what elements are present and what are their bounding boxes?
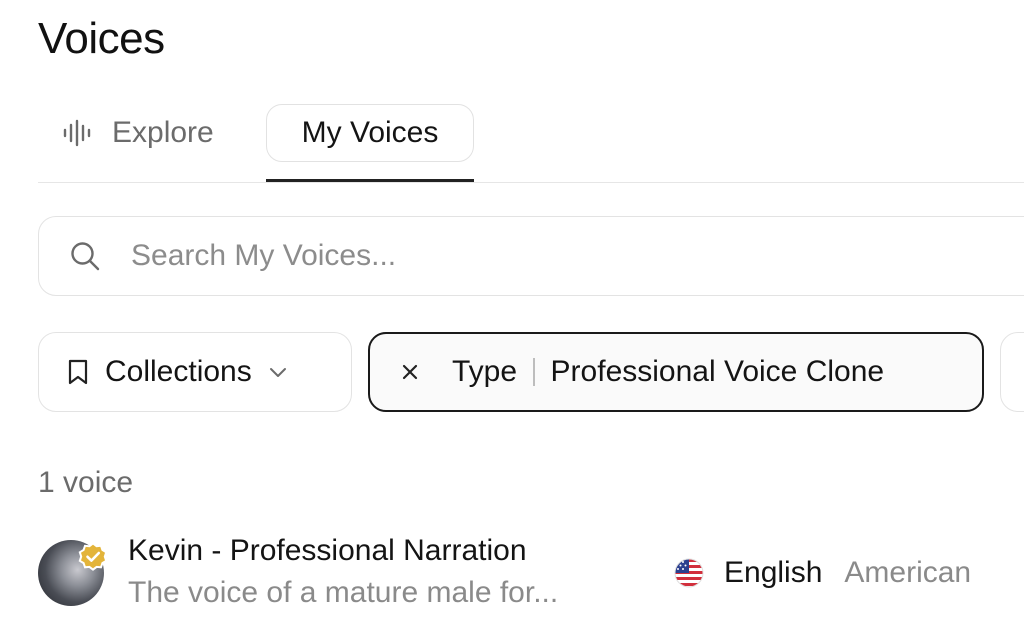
voice-language-name: English [724, 556, 823, 589]
us-flag-icon [674, 558, 704, 588]
voice-avatar [38, 540, 108, 606]
verified-badge-icon [78, 542, 108, 571]
voice-description: The voice of a mature male for... [128, 576, 559, 609]
search-box [38, 216, 1024, 296]
voice-accent: American [844, 556, 972, 589]
voice-language: English American [674, 556, 971, 590]
tab-bar: Explore My Voices [38, 100, 1024, 183]
type-filter-chip[interactable]: Type Professional Voice Clone [368, 332, 984, 412]
type-filter-key: Type [452, 355, 518, 388]
more-filters-button[interactable] [1000, 332, 1024, 412]
search-input[interactable] [129, 238, 933, 274]
type-filter-value: Professional Voice Clone [550, 355, 885, 388]
tab-my-voices[interactable]: My Voices [266, 104, 474, 162]
results-count: 1 voice [38, 466, 134, 499]
waveform-icon [63, 119, 91, 147]
close-icon[interactable] [400, 362, 420, 382]
page-title: Voices [38, 14, 165, 63]
tab-my-voices-label: My Voices [301, 116, 439, 149]
voice-name: Kevin - Professional Narration [128, 534, 527, 567]
collections-filter-label: Collections [105, 355, 252, 388]
tab-explore[interactable]: Explore [62, 104, 214, 162]
active-tab-indicator [266, 179, 474, 182]
chevron-down-icon [269, 368, 286, 377]
bookmark-icon [68, 359, 88, 385]
voice-list-item[interactable]: Kevin - Professional Narration The voice… [38, 530, 1024, 614]
collections-filter-button[interactable]: Collections [38, 332, 352, 412]
search-icon [71, 242, 100, 271]
page: Voices Explore My Voices Search My Voice… [0, 0, 1024, 636]
tab-explore-label: Explore [112, 116, 214, 149]
filter-divider [533, 358, 535, 386]
